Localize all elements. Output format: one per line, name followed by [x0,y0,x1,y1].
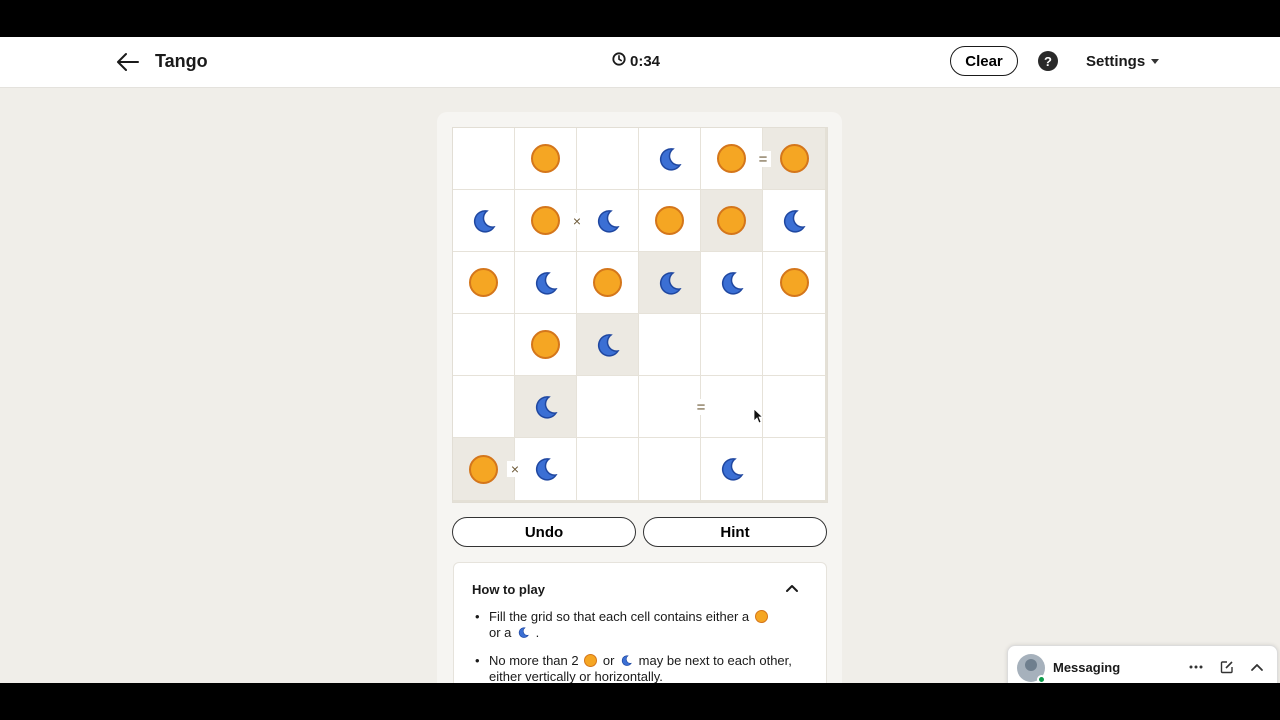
board-cell[interactable] [639,438,701,500]
moon-icon [532,455,560,483]
moon-icon [780,207,808,235]
board-cell[interactable] [701,314,763,376]
rule-item: Fill the grid so that each cell contains… [474,609,804,641]
board-cell[interactable] [515,438,577,500]
compose-icon[interactable] [1218,658,1236,676]
board-cell[interactable] [577,376,639,438]
sun-icon [469,454,498,484]
rules-list: Fill the grid so that each cell contains… [474,609,804,683]
timer-value: 0:34 [630,52,661,70]
messaging-label: Messaging [1053,660,1121,675]
moon-icon [470,207,498,235]
back-arrow-icon[interactable] [114,49,142,75]
board-cell[interactable] [701,438,763,500]
rule-text: . [535,625,540,640]
board-cell[interactable] [453,314,515,376]
board-cell[interactable] [515,128,577,190]
sun-icon [655,206,684,235]
rule-text: or a [489,625,512,640]
moon-icon [656,269,684,297]
board-cell[interactable] [515,252,577,314]
opposite-constraint: × [507,461,523,477]
sun-icon [593,268,622,297]
board-cell[interactable] [453,376,515,438]
game-timer: 0:34 [612,52,660,70]
moon-icon [518,627,529,638]
settings-dropdown[interactable]: Settings [1086,53,1160,70]
clear-button[interactable]: Clear [950,46,1018,76]
page-title: Tango [155,51,208,71]
equal-constraint: = [693,399,709,415]
board-cell[interactable] [639,190,701,252]
board-cell[interactable] [515,190,577,252]
board-cell[interactable] [453,128,515,190]
board-cell[interactable] [763,438,825,500]
moon-icon [532,269,560,297]
board-cell[interactable] [701,376,763,438]
board-cell[interactable] [639,128,701,190]
chevron-up-icon[interactable] [784,581,800,593]
opposite-constraint: × [569,213,585,229]
board-cell[interactable] [639,314,701,376]
board-cell[interactable] [577,128,639,190]
sun-icon [531,144,560,173]
settings-label: Settings [1086,53,1146,70]
sun-icon [717,144,746,173]
game-board: = × = × [452,127,828,503]
chevron-up-icon[interactable] [1248,658,1266,676]
board-cell[interactable] [515,314,577,376]
board-cell[interactable] [763,314,825,376]
board-cell [453,438,515,500]
rule-text: Fill the grid so that each cell contains… [489,609,750,624]
rule-text: No more than 2 [489,653,579,668]
how-to-play-title: How to play [472,582,545,597]
board-cell [577,314,639,376]
moon-icon [532,393,560,421]
moon-icon [718,455,746,483]
moon-icon [594,331,622,359]
online-status-indicator [1037,675,1046,683]
more-options-icon[interactable] [1187,658,1205,676]
sun-icon [754,610,768,623]
board-cell[interactable] [763,376,825,438]
sun-icon [531,330,560,359]
moon-icon [718,269,746,297]
help-icon[interactable]: ? [1038,51,1058,71]
board-cell[interactable] [763,252,825,314]
board-cell[interactable] [701,128,763,190]
top-bar: Tango 0:34 Clear ? Settings [0,37,1280,88]
app-viewport: Tango 0:34 Clear ? Settings = × = × Undo Hi… [0,37,1280,683]
messaging-bar[interactable]: Messaging [1007,645,1278,683]
equal-constraint: = [755,151,771,167]
board-cell[interactable] [577,252,639,314]
hint-button[interactable]: Hint [643,517,827,547]
caret-down-icon [1151,59,1160,64]
moon-icon [594,207,622,235]
board-cell[interactable] [639,376,701,438]
board-cell [639,252,701,314]
sun-icon [584,654,598,667]
moon-icon [656,145,684,173]
board-cell[interactable] [577,438,639,500]
board-cell[interactable] [763,190,825,252]
board-cell[interactable] [577,190,639,252]
how-to-play-panel: How to play Fill the grid so that each c… [453,562,827,683]
board-cell[interactable] [453,190,515,252]
undo-button[interactable]: Undo [452,517,636,547]
rule-item: No more than 2 or may be next to each ot… [474,653,804,683]
sun-icon [531,206,560,235]
board-cell[interactable] [453,252,515,314]
rule-text: or [602,653,615,668]
sun-icon [717,206,746,235]
sun-icon [779,268,809,297]
board-cell[interactable] [701,252,763,314]
board-cell [515,376,577,438]
sun-icon [469,268,498,297]
moon-icon [621,655,632,666]
clock-icon [612,52,626,70]
sun-icon [779,144,809,173]
board-cell [701,190,763,252]
board-cell [763,128,825,190]
